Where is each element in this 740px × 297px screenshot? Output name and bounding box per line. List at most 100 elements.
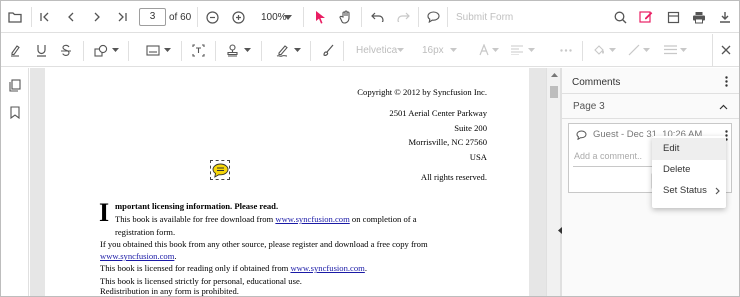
- shapes-icon[interactable]: [93, 42, 109, 58]
- menu-item-delete[interactable]: Delete: [652, 159, 726, 181]
- next-page-icon[interactable]: [89, 9, 105, 25]
- close-toolbar-icon[interactable]: [718, 42, 734, 58]
- copyright-text: Copyright © 2012 by Syncfusion Inc.: [357, 87, 487, 97]
- zoom-out-icon[interactable]: [204, 9, 220, 25]
- licensing-heading: mportant licensing information. Please r…: [115, 201, 279, 211]
- menu-item-label: Set Status: [663, 185, 707, 196]
- strikethrough-icon[interactable]: [58, 42, 74, 58]
- chevron-down-icon[interactable]: [283, 11, 293, 23]
- chevron-down-icon[interactable]: [163, 46, 171, 54]
- toolbar-divider: [215, 41, 216, 61]
- ink-icon[interactable]: [319, 42, 335, 58]
- syncfusion-link[interactable]: www.syncfusion.com: [275, 214, 349, 224]
- text-align-icon[interactable]: [509, 42, 525, 58]
- rights-text: All rights reserved.: [420, 172, 487, 182]
- page-number-input[interactable]: 3: [139, 8, 166, 26]
- chevron-down-icon: [608, 46, 616, 54]
- first-page-icon[interactable]: [37, 9, 53, 25]
- fill-color-icon[interactable]: [591, 42, 607, 58]
- toolbar-divider: [128, 41, 129, 61]
- more-options-icon[interactable]: [558, 42, 574, 58]
- paragraph-line: www.syncfusion.com.: [100, 251, 177, 261]
- bookmark-icon[interactable]: [7, 104, 23, 120]
- font-family-dropdown[interactable]: Helvetica: [356, 45, 397, 56]
- text-run: .: [174, 251, 177, 261]
- menu-item-edit[interactable]: Edit: [652, 138, 726, 160]
- chevron-down-icon: [642, 46, 650, 54]
- chevron-down-icon[interactable]: [243, 46, 251, 54]
- print-icon[interactable]: [691, 9, 707, 25]
- sticky-note-annotation[interactable]: [210, 160, 230, 180]
- paragraph-line: This book is available for free download…: [115, 214, 417, 224]
- add-comment-input[interactable]: Add a comment..: [574, 151, 642, 161]
- stroke-color-icon[interactable]: [626, 42, 642, 58]
- chevron-down-icon[interactable]: [111, 46, 119, 54]
- paragraph-line: Redistribution in any form is prohibited…: [100, 286, 239, 296]
- document-viewer[interactable]: Copyright © 2012 by Syncfusion Inc. 2501…: [30, 68, 546, 296]
- comment-icon[interactable]: [425, 9, 441, 25]
- vertical-scrollbar[interactable]: [546, 68, 560, 296]
- chevron-up-icon[interactable]: [717, 102, 729, 112]
- last-page-icon[interactable]: [114, 9, 130, 25]
- calibrate-icon[interactable]: [145, 42, 161, 58]
- chevron-down-icon[interactable]: [293, 46, 301, 54]
- menu-item-set-status[interactable]: Set Status: [652, 180, 726, 202]
- syncfusion-link[interactable]: www.syncfusion.com: [100, 251, 174, 261]
- download-icon[interactable]: [717, 9, 733, 25]
- address-line-3: Morrisville, NC 27560: [408, 137, 487, 147]
- annotation-edit-icon[interactable]: [638, 9, 654, 25]
- sticky-note-icon: [212, 163, 228, 178]
- page-group-label: Page 3: [573, 101, 605, 112]
- redo-icon[interactable]: [395, 9, 411, 25]
- highlight-icon[interactable]: [7, 42, 23, 58]
- toolbar-divider: [582, 41, 583, 61]
- syncfusion-link[interactable]: www.syncfusion.com: [290, 263, 364, 273]
- undo-icon[interactable]: [369, 9, 385, 25]
- annotation-toolbar: Helvetica 16px: [1, 34, 739, 67]
- drop-cap: I: [99, 198, 110, 227]
- submit-form-button[interactable]: Submit Form: [456, 12, 513, 23]
- text-run: This book is available for free download…: [115, 214, 276, 224]
- toolbar-divider: [181, 41, 182, 61]
- toolbar-divider: [343, 41, 344, 61]
- page-thumbnails-icon[interactable]: [7, 77, 23, 93]
- scroll-up-icon[interactable]: [550, 71, 558, 79]
- previous-page-icon[interactable]: [63, 9, 79, 25]
- menu-item-label: Edit: [663, 143, 680, 154]
- chevron-right-icon: [715, 180, 720, 204]
- font-color-icon[interactable]: [476, 42, 492, 58]
- pan-tool-icon[interactable]: [338, 9, 354, 25]
- navigation-pane: [1, 68, 29, 296]
- toolbar-divider: [310, 41, 311, 61]
- paragraph-line: registration form.: [115, 227, 176, 237]
- toolbar-divider: [447, 7, 448, 27]
- font-size-dropdown[interactable]: 16px: [422, 45, 444, 56]
- chevron-down-icon: [396, 46, 404, 54]
- scrollbar-thumb[interactable]: [550, 86, 558, 98]
- toolbar-divider: [361, 7, 362, 27]
- selection-tool-icon[interactable]: [312, 9, 328, 25]
- text-run: This book is licensed for reading only i…: [100, 263, 291, 273]
- zoom-in-icon[interactable]: [230, 9, 246, 25]
- text-run: .: [364, 263, 367, 273]
- signature-icon[interactable]: [275, 42, 291, 58]
- open-file-icon[interactable]: [7, 9, 23, 25]
- form-designer-icon[interactable]: [665, 9, 681, 25]
- chevron-down-icon: [679, 46, 687, 54]
- more-vertical-icon[interactable]: [720, 74, 732, 88]
- paragraph-line: If you obtained this book from any other…: [100, 239, 428, 249]
- comment-page-group[interactable]: Page 3: [562, 95, 739, 119]
- comment-context-menu: Edit Delete Set Status: [652, 136, 726, 208]
- search-icon[interactable]: [612, 9, 628, 25]
- address-line-1: 2501 Aerial Center Parkway: [389, 108, 487, 118]
- underline-icon[interactable]: [33, 42, 49, 58]
- chevron-down-icon: [491, 46, 499, 54]
- paragraph-line: This book is licensed for reading only i…: [100, 263, 367, 273]
- stamp-icon[interactable]: [224, 42, 240, 58]
- pdf-viewer: 3 of 60 100% Submit Form Helvetica 16px …: [0, 0, 740, 297]
- page-total-label: of 60: [169, 12, 192, 23]
- toolbar-divider: [303, 7, 304, 27]
- comment-icon: [575, 129, 587, 141]
- thickness-icon[interactable]: [662, 42, 678, 58]
- free-text-icon[interactable]: [190, 42, 206, 58]
